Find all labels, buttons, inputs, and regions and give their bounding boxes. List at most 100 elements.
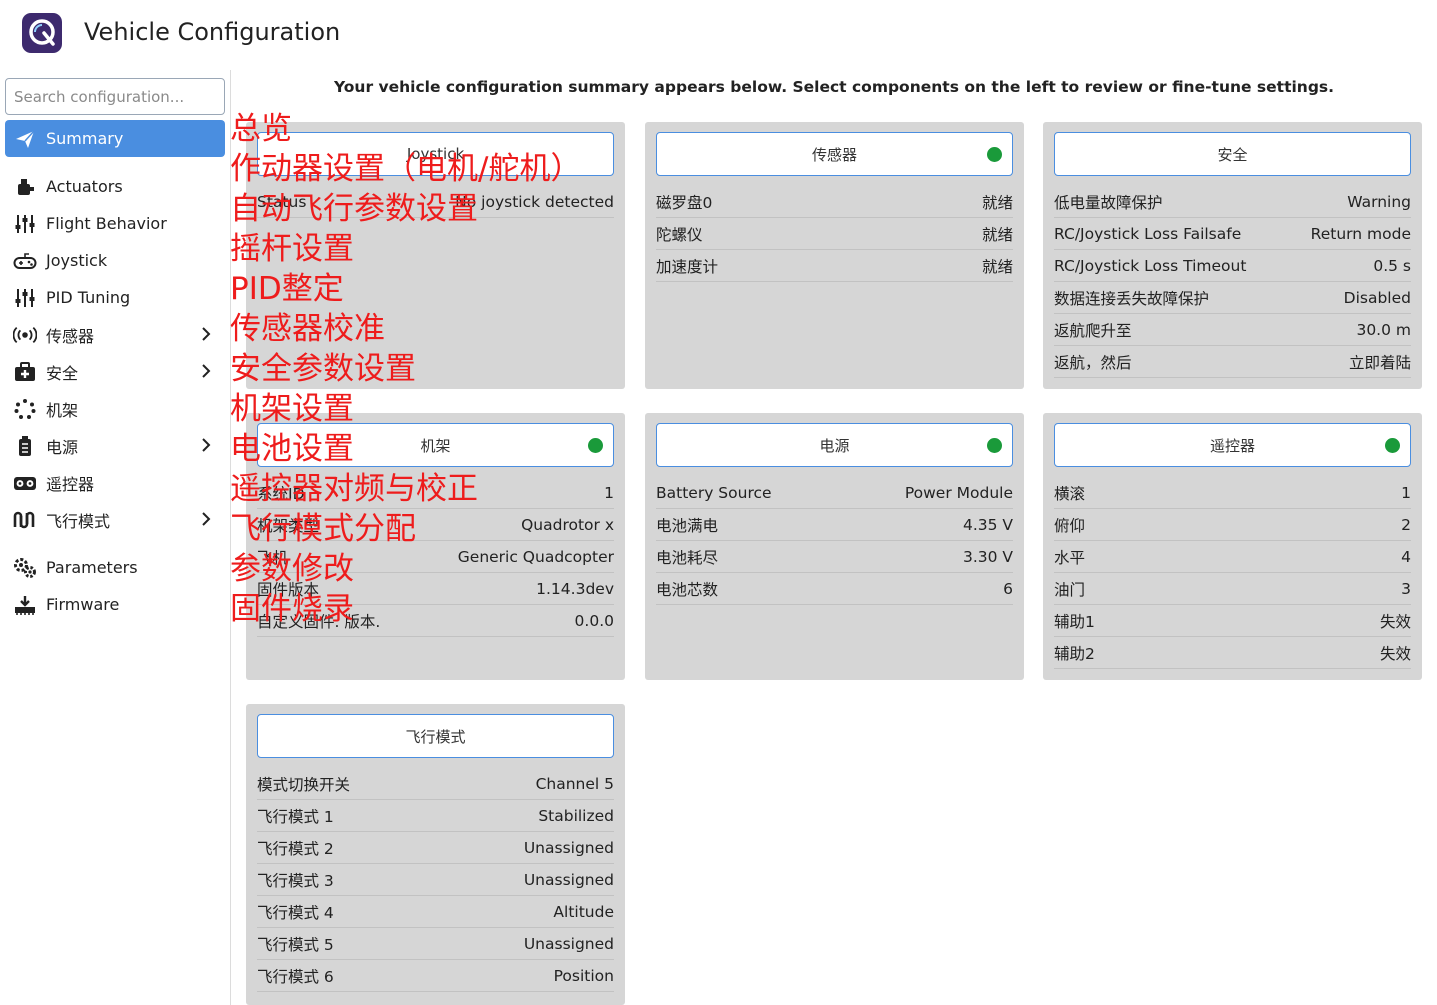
sidebar-item-flight-modes[interactable]: 飞行模式 xyxy=(5,501,225,538)
row-label: 固件版本 xyxy=(257,580,320,599)
card-row: 飞行模式 6 Position xyxy=(257,960,614,992)
row-value: 3.30 V xyxy=(962,547,1013,566)
search-input[interactable] xyxy=(5,78,225,115)
card-row: 自定义固件. 版本. 0.0.0 xyxy=(257,605,614,637)
card-header-power[interactable]: 电源 xyxy=(656,423,1013,467)
row-label: 飞行模式 3 xyxy=(257,871,334,890)
sidebar-item-label: 飞行模式 xyxy=(46,511,111,531)
row-value: Warning xyxy=(1347,192,1411,211)
sensors-card: 传感器 磁罗盘0 就绪 陀螺仪 就绪 加速度计 就绪 xyxy=(645,122,1024,389)
row-label: 飞行模式 1 xyxy=(257,807,334,826)
status-ok-icon xyxy=(1385,438,1400,453)
status-ok-icon xyxy=(588,438,603,453)
sidebar-item-flight-behavior[interactable]: Flight Behavior xyxy=(5,205,225,242)
row-value: 立即着陆 xyxy=(1348,353,1411,372)
sidebar-item-safety[interactable]: 安全 xyxy=(5,353,225,390)
card-header-flight-modes[interactable]: 飞行模式 xyxy=(257,714,614,758)
row-value: 就绪 xyxy=(981,193,1013,212)
card-row: 飞行模式 4 Altitude xyxy=(257,896,614,928)
sidebar-item-label: 机架 xyxy=(46,400,79,420)
chevron-right-icon xyxy=(202,364,211,378)
row-label: 加速度计 xyxy=(656,257,719,276)
row-value: 2 xyxy=(1401,515,1411,534)
status-ok-icon xyxy=(987,147,1002,162)
row-value: Power Module xyxy=(904,483,1013,502)
card-title: 传感器 xyxy=(811,145,857,164)
sidebar-item-parameters[interactable]: Parameters xyxy=(5,549,225,586)
sidebar-item-label: Actuators xyxy=(46,177,123,196)
flight-modes-icon xyxy=(13,508,37,532)
row-label: 系统ID xyxy=(257,484,305,503)
row-label: 水平 xyxy=(1054,548,1086,567)
row-value: Position xyxy=(553,966,614,985)
row-value: Unassigned xyxy=(523,934,614,953)
sliders-icon xyxy=(13,286,37,310)
sidebar-item-label: Joystick xyxy=(46,251,108,270)
card-row: 机架类型 Quadrotor x xyxy=(257,509,614,541)
sliders-icon xyxy=(13,212,37,236)
sidebar-item-radio[interactable]: 遥控器 xyxy=(5,464,225,501)
card-header-sensors[interactable]: 传感器 xyxy=(656,132,1013,176)
header: Vehicle Configuration xyxy=(0,0,1437,70)
card-row: 陀螺仪 就绪 xyxy=(656,218,1013,250)
card-header-joystick[interactable]: Joystick xyxy=(257,132,614,176)
sidebar-item-label: 安全 xyxy=(46,363,79,383)
row-value: 1.14.3dev xyxy=(536,579,614,598)
sidebar-item-label: 电源 xyxy=(46,437,79,457)
row-value: Quadrotor x xyxy=(521,515,614,534)
sidebar-item-sensors[interactable]: 传感器 xyxy=(5,316,225,353)
row-label: Battery Source xyxy=(656,483,772,502)
sidebar-item-firmware[interactable]: Firmware xyxy=(5,586,225,623)
battery-icon xyxy=(13,434,37,458)
card-row: RC/Joystick Loss Failsafe Return mode xyxy=(1054,218,1411,250)
row-label: Status xyxy=(257,192,307,211)
row-label: 低电量故障保护 xyxy=(1054,193,1163,212)
card-title: 机架 xyxy=(420,436,451,455)
row-value: No joystick detected xyxy=(455,192,614,211)
row-label: 飞行模式 6 xyxy=(257,967,334,986)
row-label: 数据连接丢失故障保护 xyxy=(1054,289,1210,308)
row-value: 失效 xyxy=(1379,612,1411,631)
card-header-safety[interactable]: 安全 xyxy=(1054,132,1411,176)
card-row: 辅助1 失效 xyxy=(1054,605,1411,637)
card-header-airframe[interactable]: 机架 xyxy=(257,423,614,467)
radio-waves-icon xyxy=(13,323,37,347)
chevron-right-icon xyxy=(202,512,211,526)
card-row: Battery Source Power Module xyxy=(656,477,1013,509)
card-row: 电池芯数 6 xyxy=(656,573,1013,605)
card-row: 横滚 1 xyxy=(1054,477,1411,509)
row-value: 4 xyxy=(1401,547,1411,566)
card-row: 返航爬升至 30.0 m xyxy=(1054,314,1411,346)
qgc-logo-icon[interactable] xyxy=(22,13,62,53)
row-label: 机架类型 xyxy=(257,516,320,535)
row-value: 1 xyxy=(1401,483,1411,502)
card-row: 低电量故障保护 Warning xyxy=(1054,186,1411,218)
motor-icon xyxy=(13,175,37,199)
row-label: 电池满电 xyxy=(656,516,719,535)
sidebar-item-actuators[interactable]: Actuators xyxy=(5,168,225,205)
safety-card: 安全 低电量故障保护 Warning RC/Joystick Loss Fails… xyxy=(1043,122,1422,389)
sidebar-item-power[interactable]: 电源 xyxy=(5,427,225,464)
card-title: 飞行模式 xyxy=(405,727,466,746)
card-header-radio[interactable]: 遥控器 xyxy=(1054,423,1411,467)
row-value: Unassigned xyxy=(523,838,614,857)
sidebar-item-pid-tuning[interactable]: PID Tuning xyxy=(5,279,225,316)
row-label: RC/Joystick Loss Failsafe xyxy=(1054,224,1242,243)
card-row: 油门 3 xyxy=(1054,573,1411,605)
card-title: 安全 xyxy=(1217,145,1248,164)
row-value: 4.35 V xyxy=(962,515,1013,534)
airframe-card: 机架 系统ID 1 机架类型 Quadrotor x 飞机 Generic Quadc… xyxy=(246,413,625,680)
card-row: 辅助2 失效 xyxy=(1054,637,1411,669)
row-value: Stabilized xyxy=(538,806,614,825)
sidebar-item-summary[interactable]: Summary xyxy=(5,120,225,157)
row-label: 俯仰 xyxy=(1054,516,1086,535)
card-row: Status No joystick detected xyxy=(257,186,614,218)
sidebar-item-label: PID Tuning xyxy=(46,288,131,307)
sidebar-item-joystick[interactable]: Joystick xyxy=(5,242,225,279)
paper-plane-icon xyxy=(13,127,37,151)
card-row: 飞行模式 1 Stabilized xyxy=(257,800,614,832)
sidebar-item-airframe[interactable]: 机架 xyxy=(5,390,225,427)
row-value: 就绪 xyxy=(981,225,1013,244)
row-label: 飞机 xyxy=(257,548,289,567)
card-row: RC/Joystick Loss Timeout 0.5 s xyxy=(1054,250,1411,282)
